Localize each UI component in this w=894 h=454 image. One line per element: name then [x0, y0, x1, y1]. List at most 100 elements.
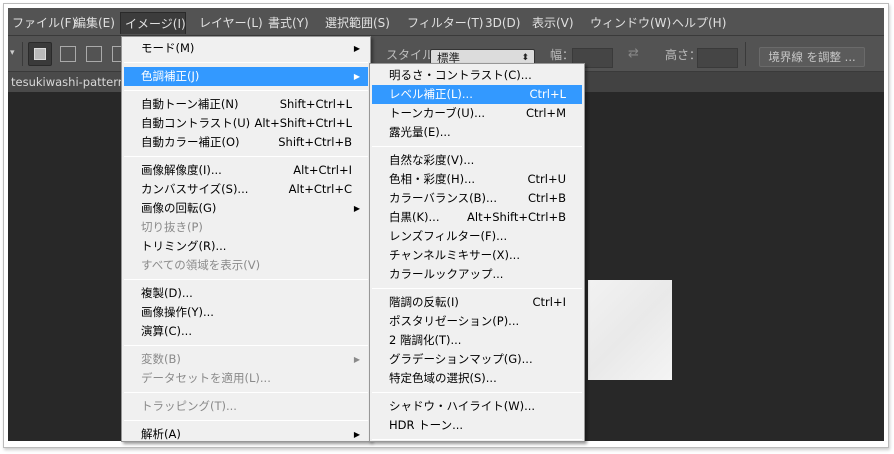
menu-item[interactable]: 白黒(K)... Alt+Shift+Ctrl+B	[372, 208, 582, 227]
menu-item: データセットを適用(L)...	[124, 369, 368, 388]
image-menu: モード(M) ▶ 色調補正(J) ▶ 自動トーン補正(N) Shift+Ctrl+L 自動コ…	[121, 36, 371, 442]
menu-item-shortcut: Ctrl+M	[525, 106, 566, 120]
menu-item-label: 露光量(E)...	[389, 125, 451, 139]
menu-item[interactable]: 露光量(E)...	[372, 123, 582, 142]
menu-item-shortcut: Alt+Ctrl+I	[293, 163, 352, 177]
menu-item[interactable]: モード(M) ▶	[124, 39, 368, 58]
menu-item[interactable]: 解析(A) ▶	[124, 425, 368, 444]
add-to-selection-icon[interactable]	[60, 46, 76, 62]
submenu-arrow-icon: ▶	[353, 44, 360, 53]
menu-item-label: カラールックアップ...	[389, 267, 504, 281]
menu-item[interactable]: HDR トーン...	[372, 416, 582, 435]
menu-item[interactable]: シャドウ・ハイライト(W)...	[372, 397, 582, 416]
menu-item-label: 白黒(K)...	[389, 210, 440, 224]
menu-separator	[124, 62, 368, 63]
height-label: 高さ：	[665, 48, 702, 62]
menu-item-label: 色調補正(J)	[141, 69, 200, 83]
menu-1[interactable]: 編集(E)	[70, 12, 119, 34]
menu-item: すべての領域を表示(V)	[124, 256, 368, 275]
submenu-arrow-icon: ▶	[353, 430, 360, 439]
menu-item-label: HDR トーン...	[389, 418, 464, 432]
menu-item[interactable]: 画像操作(Y)...	[124, 303, 368, 322]
swap-icon[interactable]: ⇄	[628, 46, 639, 61]
menu-item[interactable]: 複製(D)...	[124, 284, 368, 303]
menu-8[interactable]: 表示(V)	[528, 12, 578, 34]
menu-separator	[372, 146, 582, 147]
menu-item-label: 解析(A)	[141, 427, 181, 441]
menu-item-label: 複製(D)...	[141, 286, 193, 300]
menu-item-shortcut: Ctrl+L	[529, 87, 566, 101]
menu-item[interactable]: 自動カラー補正(O) Shift+Ctrl+B	[124, 133, 368, 152]
new-selection-icon[interactable]	[28, 42, 52, 66]
menu-7[interactable]: 3D(D)	[481, 12, 524, 34]
subtract-from-selection-icon[interactable]	[86, 46, 102, 62]
refine-edge-button[interactable]: 境界線 を調整 ...	[759, 47, 865, 67]
menu-item-shortcut: Alt+Shift+Ctrl+B	[467, 210, 566, 224]
height-input[interactable]	[697, 48, 738, 68]
menu-2[interactable]: イメージ(I)	[120, 12, 186, 34]
menu-item[interactable]: カラールックアップ...	[372, 265, 582, 284]
menu-item[interactable]: レンズフィルター(F)...	[372, 227, 582, 246]
adjustments-submenu: 明るさ・コントラスト(C)... レベル補正(L)... Ctrl+L トーンカーブ(…	[369, 63, 585, 442]
menu-item-label: カラーバランス(B)...	[389, 191, 497, 205]
menu-item-label: 画像の回転(G)	[141, 201, 217, 215]
menu-item-label: ポスタリゼーション(P)...	[389, 314, 520, 328]
menu-separator	[124, 420, 368, 421]
menu-item-label: 切り抜き(P)	[141, 220, 203, 234]
menu-separator	[124, 279, 368, 280]
menu-item[interactable]: カンバスサイズ(S)... Alt+Ctrl+C	[124, 180, 368, 199]
menu-3[interactable]: レイヤー(L)	[195, 12, 267, 34]
menu-item-label: 階調の反転(I)	[389, 295, 459, 309]
menu-item-shortcut: Ctrl+U	[527, 172, 566, 186]
menu-item[interactable]: 画像の回転(G) ▶	[124, 199, 368, 218]
menu-item-label: トーンカーブ(U)...	[389, 106, 486, 120]
menu-4[interactable]: 書式(Y)	[264, 12, 313, 34]
menu-item[interactable]: グラデーションマップ(G)...	[372, 350, 582, 369]
menu-item-label: 明るさ・コントラスト(C)...	[389, 68, 532, 82]
menu-item-shortcut: Ctrl+I	[532, 295, 567, 309]
menu-9[interactable]: ウィンドウ(W)	[586, 12, 675, 34]
menu-item-label: データセットを適用(L)...	[141, 371, 271, 385]
menu-item-label: 自動コントラスト(U)	[141, 116, 251, 130]
divider	[745, 42, 746, 66]
menu-10[interactable]: ヘルプ(H)	[668, 12, 730, 34]
document-tab[interactable]: tesukiwashi-pattern-	[8, 72, 128, 92]
menu-item-label: トラッピング(T)...	[141, 399, 237, 413]
menu-item[interactable]: トリミング(R)...	[124, 237, 368, 256]
menu-item: 変数(B) ▶	[124, 350, 368, 369]
menu-6[interactable]: フィルター(T)	[403, 12, 487, 34]
tool-preset-dropdown-icon[interactable]: ▾	[10, 48, 15, 58]
menu-item[interactable]: カラーバランス(B)... Ctrl+B	[372, 189, 582, 208]
menu-item-label: レンズフィルター(F)...	[389, 229, 508, 243]
menu-item[interactable]: 階調の反転(I) Ctrl+I	[372, 293, 582, 312]
menu-item[interactable]: 色相・彩度(H)... Ctrl+U	[372, 170, 582, 189]
menu-item[interactable]: トーンカーブ(U)... Ctrl+M	[372, 104, 582, 123]
menu-item-shortcut: Shift+Ctrl+B	[278, 135, 352, 149]
menu-item-label: グラデーションマップ(G)...	[389, 352, 533, 366]
menu-item[interactable]: 画像解像度(I)... Alt+Ctrl+I	[124, 161, 368, 180]
menu-item[interactable]: 特定色域の選択(S)...	[372, 369, 582, 388]
menu-item-label: レベル補正(L)...	[389, 87, 473, 101]
menu-item-label: トリミング(R)...	[141, 239, 227, 253]
menu-item[interactable]: レベル補正(L)... Ctrl+L	[372, 85, 582, 104]
canvas-image	[588, 280, 672, 380]
menu-item-label: 2 階調化(T)...	[389, 333, 462, 347]
menu-item[interactable]: 演算(C)...	[124, 322, 368, 341]
submenu-arrow-icon: ▶	[353, 355, 360, 364]
menu-item[interactable]: ポスタリゼーション(P)...	[372, 312, 582, 331]
menu-5[interactable]: 選択範囲(S)	[321, 12, 394, 34]
menu-item[interactable]: 明るさ・コントラスト(C)...	[372, 66, 582, 85]
menu-item-shortcut: Alt+Shift+Ctrl+L	[254, 116, 353, 130]
menu-item-label: 自動カラー補正(O)	[141, 135, 240, 149]
menu-item-label: 画像解像度(I)...	[141, 163, 222, 177]
width-label: 幅：	[550, 48, 575, 62]
menu-item-shortcut: Ctrl+B	[528, 191, 566, 205]
menu-item[interactable]: チャンネルミキサー(X)...	[372, 246, 582, 265]
menu-item[interactable]: 自動トーン補正(N) Shift+Ctrl+L	[124, 95, 368, 114]
menu-separator	[124, 392, 368, 393]
menu-separator	[124, 90, 368, 91]
menu-item[interactable]: 自然な彩度(V)...	[372, 151, 582, 170]
menu-item[interactable]: 自動コントラスト(U) Alt+Shift+Ctrl+L	[124, 114, 368, 133]
menu-item[interactable]: 2 階調化(T)...	[372, 331, 582, 350]
menu-item[interactable]: 色調補正(J) ▶	[124, 67, 368, 86]
